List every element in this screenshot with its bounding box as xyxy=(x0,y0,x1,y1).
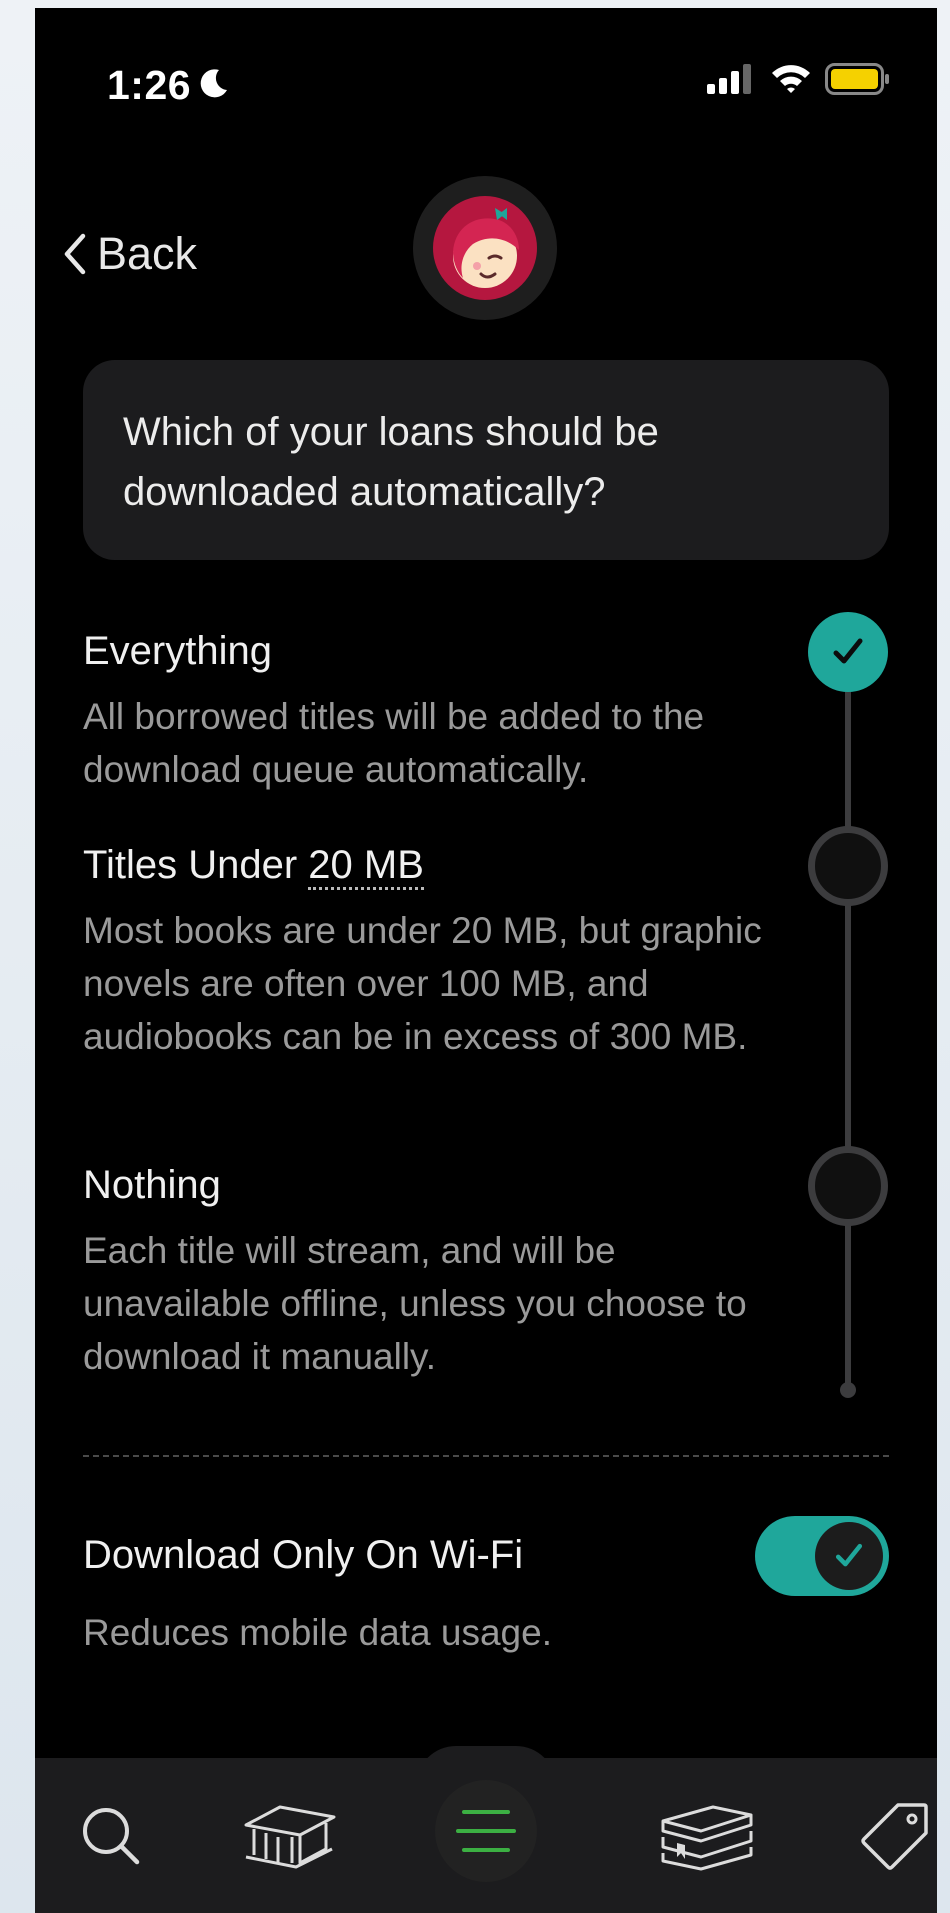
option-title: Titles Under 20 MB xyxy=(83,840,803,890)
option-description: Most books are under 20 MB, but graphic … xyxy=(83,910,762,1057)
tab-library[interactable] xyxy=(220,1758,360,1913)
option-title: Nothing xyxy=(83,1163,221,1207)
option-nothing[interactable]: Nothing Each title will stream, and will… xyxy=(83,1160,803,1383)
app-screen: 1:26 Back Which of your loans should be … xyxy=(35,8,937,1913)
library-icon xyxy=(244,1805,336,1868)
libby-logo-icon xyxy=(433,196,537,300)
tab-search[interactable] xyxy=(41,1758,181,1913)
search-icon xyxy=(83,1807,140,1864)
radio-everything[interactable] xyxy=(808,612,888,692)
status-bar: 1:26 xyxy=(35,8,937,158)
cellular-signal-icon xyxy=(707,64,755,99)
toggle-knob xyxy=(815,1522,883,1590)
selector-track xyxy=(845,648,851,1388)
option-description: Each title will stream, and will be unav… xyxy=(83,1230,747,1377)
tab-shelf[interactable] xyxy=(637,1758,777,1913)
menu-button[interactable] xyxy=(435,1780,537,1882)
wifi-only-description: Reduces mobile data usage. xyxy=(83,1612,552,1653)
status-time: 1:26 xyxy=(107,62,192,108)
option-everything[interactable]: Everything All borrowed titles will be a… xyxy=(83,626,803,796)
wifi-only-title: Download Only On Wi-Fi xyxy=(83,1533,524,1577)
libby-logo-avatar[interactable] xyxy=(413,176,557,320)
moon-icon xyxy=(197,66,231,105)
question-text: Which of your loans should be downloaded… xyxy=(123,410,659,514)
question-card: Which of your loans should be downloaded… xyxy=(83,360,889,560)
shelf-icon xyxy=(661,1805,753,1870)
option-title: Everything xyxy=(83,629,272,673)
chevron-left-icon xyxy=(64,233,86,275)
section-divider xyxy=(83,1455,889,1457)
option-title-prefix: Titles Under xyxy=(83,843,309,887)
radio-nothing[interactable] xyxy=(808,1146,888,1226)
option-description: All borrowed titles will be added to the… xyxy=(83,696,705,790)
size-threshold-link[interactable]: 20 MB xyxy=(308,843,424,890)
checkmark-icon xyxy=(835,1543,863,1567)
back-button[interactable]: Back xyxy=(63,228,197,280)
menu-icon xyxy=(456,1810,516,1852)
tab-tags[interactable] xyxy=(825,1758,937,1913)
checkmark-icon xyxy=(833,638,863,664)
wifi-icon xyxy=(770,62,812,99)
option-titles-under-20mb[interactable]: Titles Under 20 MB Most books are under … xyxy=(83,840,803,1063)
back-label: Back xyxy=(97,228,198,279)
wifi-only-toggle[interactable] xyxy=(755,1516,889,1596)
selector-track-end xyxy=(840,1382,856,1398)
tag-icon xyxy=(861,1802,928,1870)
battery-icon xyxy=(825,63,891,100)
radio-titles-under-20mb[interactable] xyxy=(808,826,888,906)
